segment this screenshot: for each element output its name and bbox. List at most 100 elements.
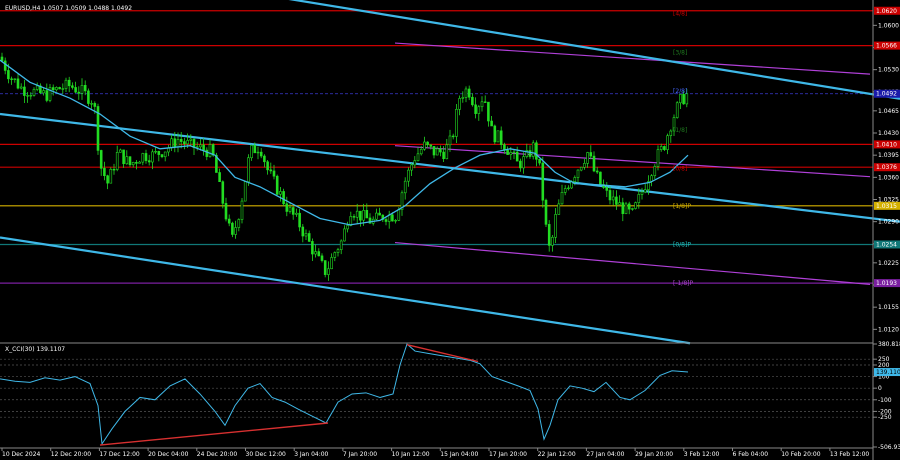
- time-tick-label: 7 Jan 20:00: [343, 451, 377, 458]
- candle-body: [71, 85, 74, 88]
- candle-body: [631, 208, 634, 210]
- candle-body: [93, 103, 97, 107]
- candle-body: [615, 196, 618, 205]
- price-tick-label: 1.0395: [878, 152, 899, 159]
- candle-body: [490, 120, 493, 127]
- price-tick-label: 1.0360: [878, 174, 899, 181]
- candle-body: [186, 140, 189, 145]
- murrey-label: [0/8]: [673, 165, 687, 172]
- candle-body: [45, 90, 49, 101]
- candle-body: [384, 219, 388, 222]
- cci-tick-label: -250: [878, 414, 892, 421]
- candle-body: [477, 106, 481, 114]
- candle-body: [365, 210, 369, 219]
- candle-body: [471, 96, 474, 106]
- candle-body: [269, 169, 273, 172]
- price-tag-label: 1.0254: [876, 241, 897, 248]
- candle-body: [170, 138, 173, 149]
- time-tick-label: 3 Jan 04:00: [294, 451, 328, 458]
- candle-body: [80, 85, 84, 94]
- candle-body: [176, 139, 180, 148]
- candle-body: [282, 191, 285, 205]
- candle-body: [253, 145, 257, 154]
- candle-body: [554, 214, 557, 238]
- candle-body: [531, 142, 535, 157]
- candle-body: [563, 188, 567, 193]
- candle-body: [256, 151, 260, 154]
- candle-body: [128, 156, 132, 166]
- candle-body: [451, 135, 455, 138]
- candle-body: [160, 154, 164, 158]
- price-pane: [4/8] [3/8] [2/8] [1/8] [0/8] [1/8]P [0/8]P [-1…: [0, 0, 900, 345]
- candle-body: [541, 162, 545, 201]
- candle-body: [183, 141, 186, 145]
- candle-body: [512, 151, 516, 154]
- candle-body: [410, 164, 413, 171]
- candle-body: [483, 101, 487, 103]
- candle-body: [391, 214, 394, 222]
- cci-tick-label: 0: [878, 385, 882, 392]
- candle-body: [423, 141, 426, 150]
- candle-body: [528, 150, 532, 157]
- candle-body: [461, 97, 465, 99]
- candle-body: [163, 151, 167, 158]
- cci-tick-label: -506.931: [878, 444, 900, 451]
- price-tag-label: 1.0566: [876, 43, 897, 50]
- price-tick-label: 1.0530: [878, 67, 899, 74]
- candle-body: [458, 98, 461, 110]
- murrey-label: [3/8]: [673, 50, 687, 57]
- candle-body: [151, 151, 154, 163]
- candle-body: [131, 161, 135, 166]
- candle-body: [243, 181, 247, 202]
- candle-body: [499, 130, 503, 145]
- candle-body: [592, 155, 596, 172]
- candle-body: [304, 233, 308, 237]
- candle-body: [448, 135, 452, 146]
- candle-body: [231, 222, 234, 235]
- candle-body: [480, 101, 484, 108]
- symbol-title: EURUSD,H4 1.0507 1.0509 1.0488 1.0492: [5, 5, 132, 12]
- candle-body: [23, 86, 26, 96]
- trading-chart: [4/8] [3/8] [2/8] [1/8] [0/8] [1/8]P [0/8]P [-1…: [0, 0, 900, 460]
- candle-body: [106, 175, 109, 184]
- candle-body: [288, 207, 292, 212]
- candle-body: [10, 78, 13, 80]
- candle-body: [435, 148, 439, 156]
- candle-body: [522, 156, 525, 169]
- candle-body: [560, 192, 564, 205]
- candle-body: [496, 130, 500, 143]
- candle-body: [442, 151, 445, 160]
- candle-body: [544, 199, 548, 225]
- time-tick-label: 6 Feb 04:00: [733, 451, 769, 458]
- candle-body: [659, 146, 663, 150]
- candle-body: [547, 224, 551, 246]
- candle-body: [227, 218, 231, 224]
- candle-body: [307, 233, 311, 242]
- candle-body: [557, 203, 561, 215]
- candle-body: [506, 149, 509, 155]
- candle-body: [29, 95, 33, 97]
- candle-body: [189, 138, 193, 141]
- candle-body: [173, 138, 177, 148]
- candle-body: [240, 200, 244, 220]
- candle-body: [135, 161, 138, 164]
- candle-body: [429, 144, 433, 147]
- candle-body: [343, 228, 346, 242]
- candle-body: [551, 236, 554, 246]
- candle-body: [3, 60, 7, 71]
- cci-trendline: [99, 422, 329, 446]
- candle-body: [64, 79, 68, 89]
- time-tick-label: 20 Dec 04:00: [148, 451, 189, 458]
- price-tick-label: 1.0430: [878, 130, 899, 137]
- candle-body: [125, 156, 129, 165]
- candle-body: [202, 144, 205, 151]
- candle-body: [42, 90, 45, 94]
- candle-body: [535, 142, 538, 160]
- candle-body: [515, 151, 519, 162]
- candle-body: [487, 101, 490, 122]
- candle-body: [675, 102, 679, 118]
- candle-body: [538, 158, 541, 164]
- candle-body: [608, 190, 612, 201]
- time-tick-label: 17 Dec 12:00: [99, 451, 140, 458]
- candle-body: [311, 241, 314, 255]
